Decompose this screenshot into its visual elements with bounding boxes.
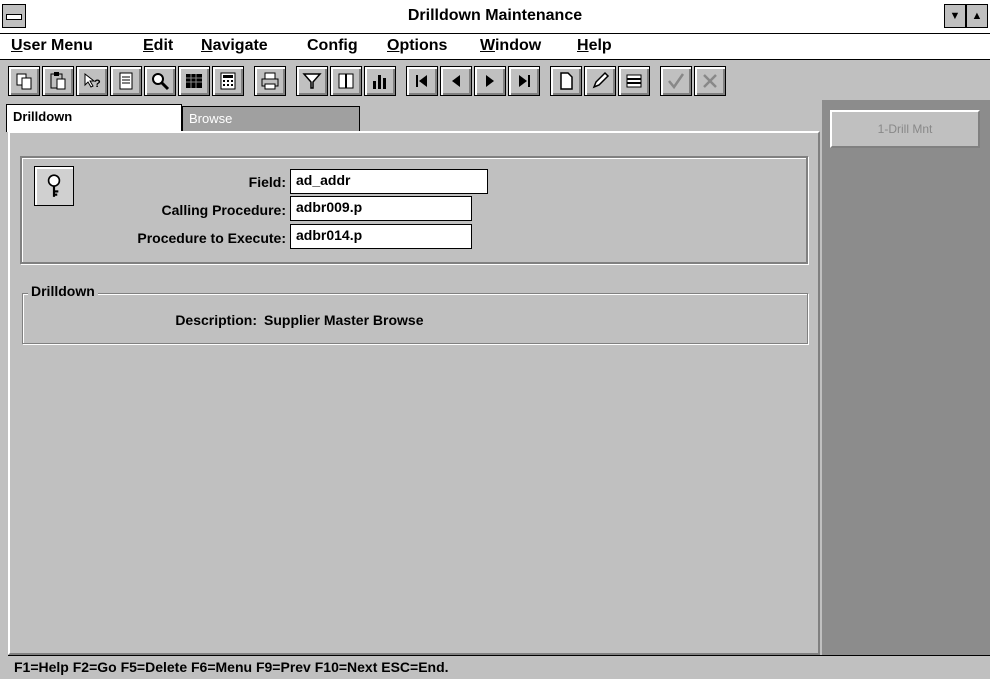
grid-icon[interactable] [178,66,210,96]
new-icon[interactable] [550,66,582,96]
field-input[interactable]: ad_addr [290,169,488,194]
calling-procedure-input[interactable]: adbr009.p [290,196,472,221]
help-icon[interactable]: ? [76,66,108,96]
menu-user-menu[interactable]: User Menu [11,37,93,55]
menu-navigate[interactable]: Navigate [201,37,268,55]
menu-edit[interactable]: Edit [143,37,173,55]
toolbar: ? [0,60,990,100]
tab-drilldown[interactable]: Drilldown [6,104,182,132]
procedure-to-execute-input[interactable]: adbr014.p [290,224,472,249]
notes-icon[interactable] [110,66,142,96]
right-pane [822,100,990,655]
svg-text:?: ? [94,78,101,90]
description-label: Description: [175,312,257,328]
menu-help[interactable]: Help [577,37,612,55]
key-icon [34,166,74,206]
menu-bar: User Menu Edit Navigate Config Options W… [0,34,990,60]
field-label: Field: [248,174,286,190]
menu-options[interactable]: Options [387,37,447,55]
cancel-icon[interactable] [694,66,726,96]
copy-icon[interactable] [8,66,40,96]
delete-icon[interactable] [618,66,650,96]
frame-icon[interactable] [330,66,362,96]
next-record-icon[interactable] [474,66,506,96]
drill-mnt-button[interactable]: 1-Drill Mnt [830,110,980,148]
calculator-icon[interactable] [212,66,244,96]
search-icon[interactable] [144,66,176,96]
first-record-icon[interactable] [406,66,438,96]
window-title: Drilldown Maintenance [407,7,583,24]
description-value: Supplier Master Browse [264,312,424,328]
chart-icon[interactable] [364,66,396,96]
calling-procedure-label: Calling Procedure: [161,202,286,218]
filter-icon[interactable] [296,66,328,96]
accept-icon[interactable] [660,66,692,96]
tab-browse[interactable]: Browse [182,106,360,132]
edit-icon[interactable] [584,66,616,96]
menu-config[interactable]: Config [307,37,358,55]
print-icon[interactable] [254,66,286,96]
paste-icon[interactable] [42,66,74,96]
menu-window[interactable]: Window [480,37,541,55]
status-bar: F1=Help F2=Go F5=Delete F6=Menu F9=Prev … [8,655,990,679]
drilldown-group-title: Drilldown [28,283,98,299]
title-bar: Drilldown Maintenance ▼ ▲ [0,0,990,34]
minimize-button[interactable]: ▼ [944,4,966,28]
prev-record-icon[interactable] [440,66,472,96]
last-record-icon[interactable] [508,66,540,96]
procedure-to-execute-label: Procedure to Execute: [137,230,286,246]
maximize-button[interactable]: ▲ [966,4,988,28]
